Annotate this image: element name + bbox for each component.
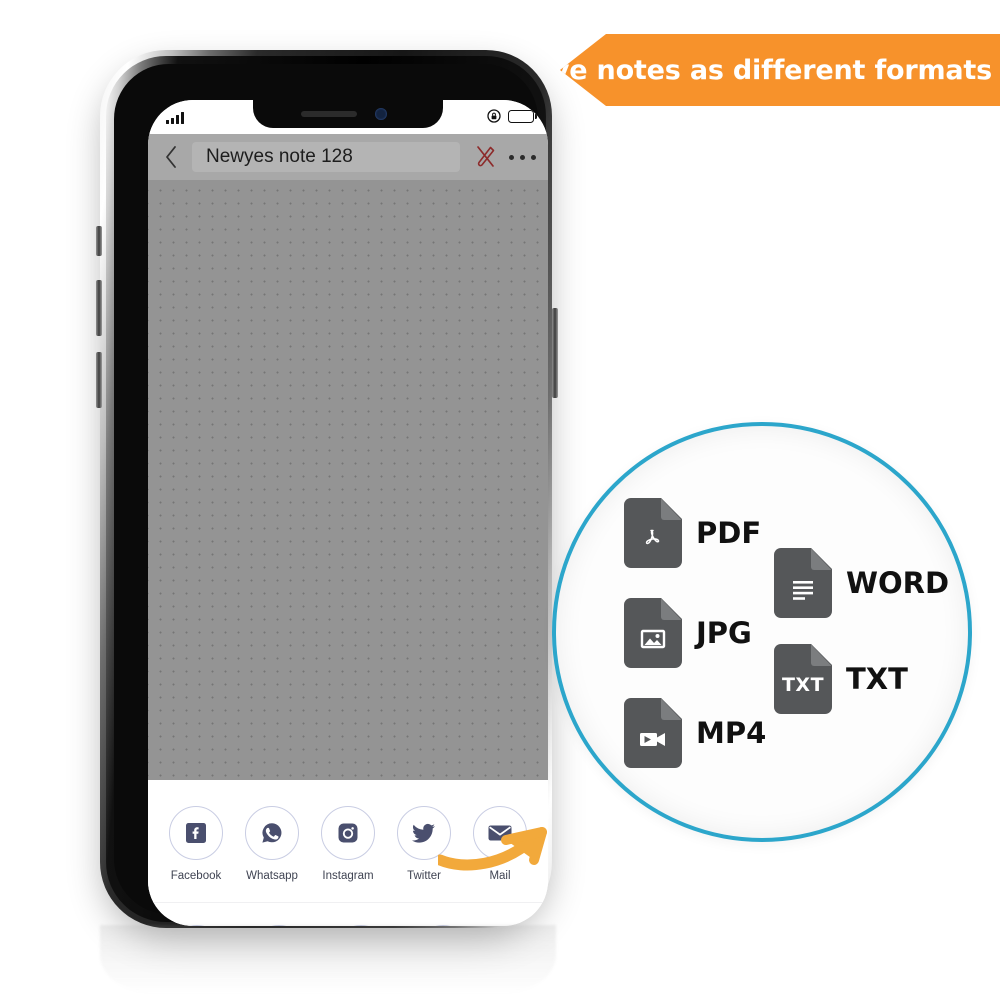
format-item-mp4: MP4 [624,698,766,768]
note-title-field[interactable]: Newyes note 128 [192,142,460,172]
whatsapp-icon [245,806,299,860]
instagram-icon [321,806,375,860]
share-target-facebook[interactable]: Facebook [161,806,231,882]
more-horizontal-icon[interactable] [506,134,548,180]
format-item-jpg: JPG [624,598,752,668]
note-title-text: Newyes note 128 [206,146,353,167]
format-item-word: WORD [774,548,949,618]
facebook-icon [169,806,223,860]
format-label: PDF [696,516,762,550]
phone-reflection [100,925,556,995]
note-canvas[interactable] [148,180,548,780]
volume-down-button[interactable] [96,352,102,408]
rotation-lock-icon [487,109,501,123]
share-target-label: Whatsapp [246,870,298,882]
format-item-txt: TXT TXT [774,644,908,714]
pen-strikethrough-icon[interactable] [464,134,506,180]
headline-text: Save notes as different formats [514,54,992,86]
earpiece-speaker-icon [301,111,357,117]
app-header: Newyes note 128 [148,134,548,180]
txt-file-icon: TXT [774,644,832,714]
video-file-icon [624,698,682,768]
formats-callout: PDF JPG MP4 WORD TXT TXT [552,422,972,842]
pdf-file-icon [624,498,682,568]
share-target-label: Instagram [322,870,374,882]
poster-canvas: Save notes as different formats Newyes n… [0,0,1000,1000]
status-bar-right-group [487,109,538,123]
battery-icon [508,109,538,123]
image-file-icon [624,598,682,668]
volume-up-button[interactable] [96,280,102,336]
signal-bars-icon [166,112,184,124]
phone-notch [253,100,443,128]
share-target-whatsapp[interactable]: Whatsapp [237,806,307,882]
share-target-label: Facebook [170,870,222,882]
format-label: WORD [846,566,950,600]
headline-banner: Save notes as different formats [560,34,1000,106]
share-target-label: Twitter [407,870,441,882]
back-button[interactable] [154,134,188,180]
front-camera-icon [375,108,387,120]
save-actions-row: Save pic PDF Save into PDF [148,903,548,926]
format-label: JPG [696,616,752,650]
format-label: MP4 [696,716,767,750]
txt-glyph-label: TXT [781,674,825,697]
mute-switch[interactable] [96,226,102,256]
curved-arrow-icon [434,786,598,896]
word-file-icon [774,548,832,618]
share-target-instagram[interactable]: Instagram [313,806,383,882]
format-label: TXT [846,662,908,696]
format-item-pdf: PDF [624,498,761,568]
power-button[interactable] [552,308,558,398]
